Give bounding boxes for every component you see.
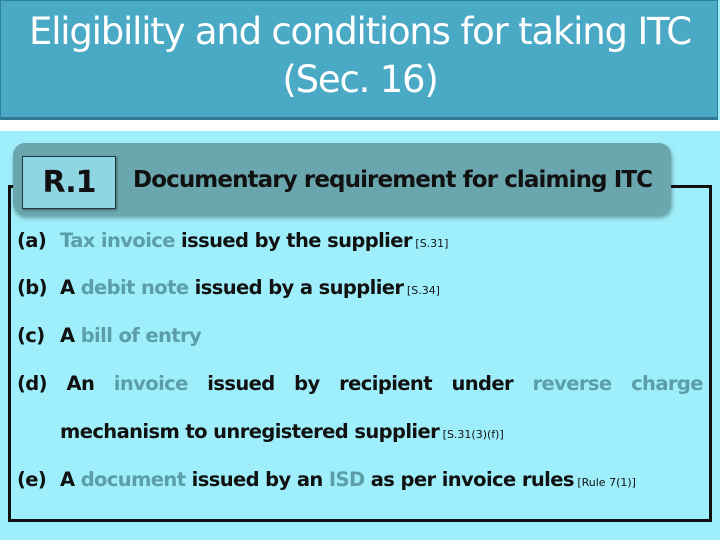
item-reference: [S.34] <box>403 284 440 297</box>
item-highlight: charge <box>631 372 703 395</box>
item-label: (a) <box>17 229 47 252</box>
item-text: issued by an <box>185 468 329 491</box>
divider-strip <box>0 120 720 131</box>
slide-title-line-1: Eligibility and conditions for taking IT… <box>29 10 692 53</box>
item-text: A <box>60 468 81 491</box>
slide-title: Eligibility and conditions for taking IT… <box>0 8 720 104</box>
item-label: (c) <box>17 324 45 347</box>
item-word: issued <box>207 372 275 395</box>
item-label: (e) <box>17 468 47 491</box>
item-text: mechanism to unregistered supplier <box>60 420 440 443</box>
list-item-d-line-1: (d) An invoice issued by recipient under… <box>17 370 703 398</box>
item-reference: [S.31(3)(f)] <box>439 428 504 441</box>
item-text: A <box>60 324 81 347</box>
item-text: issued by a supplier <box>188 276 404 299</box>
item-highlight: document <box>80 468 186 491</box>
item-word: under <box>451 372 514 395</box>
item-word: by <box>294 372 320 395</box>
item-highlight: Tax invoice <box>60 229 175 252</box>
item-text: A <box>60 276 81 299</box>
slide-title-line-2: (Sec. 16) <box>282 58 438 101</box>
rule-badge: R.1 <box>22 156 116 209</box>
item-word: An <box>66 372 95 395</box>
item-highlight: debit note <box>80 276 189 299</box>
item-highlight: reverse <box>532 372 613 395</box>
list-item-a: (a) Tax invoice issued by the supplier [S… <box>17 227 448 258</box>
item-text: as per invoice rules <box>364 468 575 491</box>
list-item-e: (e) A document issued by an ISD as per in… <box>17 466 636 497</box>
item-text: issued by the supplier <box>174 229 412 252</box>
list-item-c: (c) A bill of entry <box>17 322 202 350</box>
item-label: (b) <box>17 276 48 299</box>
item-highlight: bill of entry <box>80 324 202 347</box>
item-reference: [Rule 7(1)] <box>573 476 636 489</box>
item-label: (d) <box>17 372 48 395</box>
item-highlight: invoice <box>113 372 189 395</box>
list-item-d-line-2: mechanism to unregistered supplier [S.31… <box>60 418 504 449</box>
list-item-b: (b) A debit note issued by a supplier [S.… <box>17 274 440 305</box>
item-reference: [S.31] <box>411 237 449 250</box>
section-title: Documentary requirement for claiming ITC <box>133 167 653 193</box>
item-word: recipient <box>339 372 432 395</box>
item-highlight: ISD <box>328 468 365 491</box>
